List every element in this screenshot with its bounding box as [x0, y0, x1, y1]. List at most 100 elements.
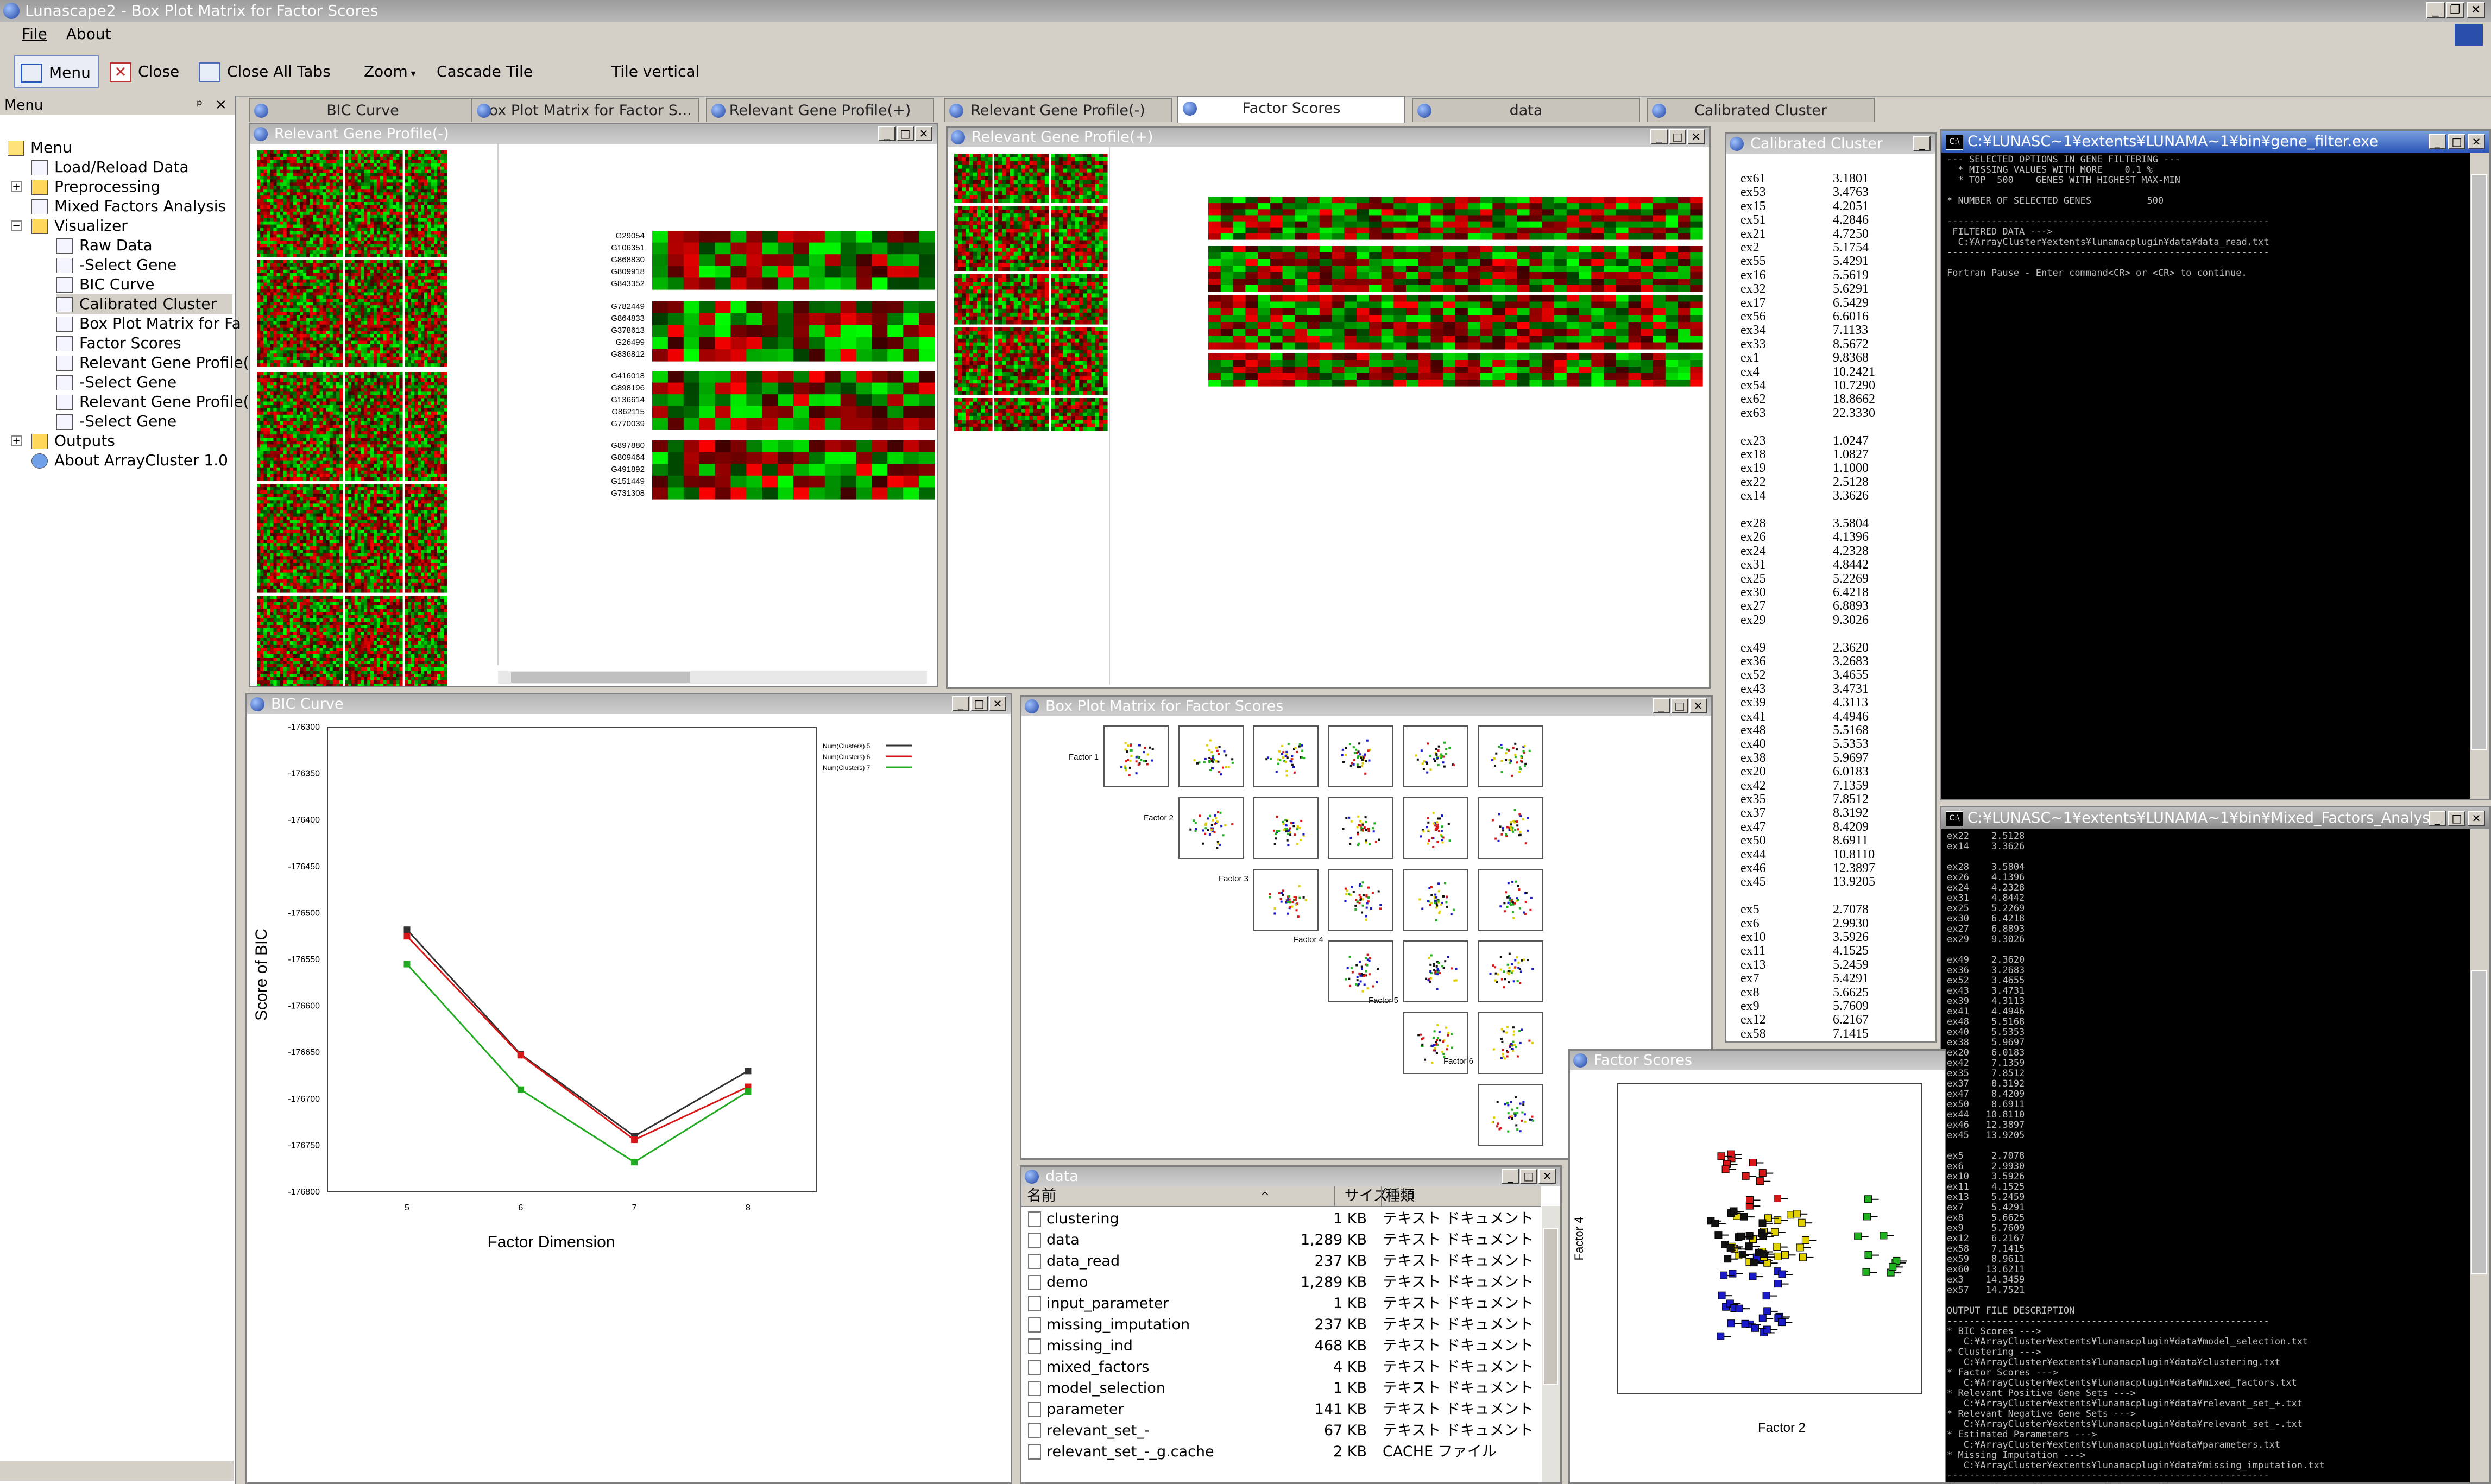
window-title-bar[interactable]: BIC Curve _ □ ✕: [247, 694, 1011, 714]
tree-root[interactable]: Menu: [8, 138, 72, 157]
file-row[interactable]: relevant_set_- 67 KB テキスト ドキュメント: [1021, 1420, 1541, 1441]
doc-icon: [56, 375, 73, 390]
minimize-button[interactable]: _: [878, 126, 896, 141]
gene-label: G770039: [611, 419, 645, 428]
restore-button[interactable]: ❐: [2446, 2, 2464, 18]
tree-item[interactable]: Relevant Gene Profile(: [56, 392, 249, 412]
minimize-button[interactable]: _: [1650, 129, 1668, 144]
file-row[interactable]: missing_ind 468 KB テキスト ドキュメント: [1021, 1335, 1541, 1356]
window-title-bar[interactable]: Relevant Gene Profile(+) _ □ ✕: [948, 128, 1709, 147]
tree-item[interactable]: Relevant Gene Profile(: [56, 353, 249, 372]
tab-factor-scores[interactable]: Factor Scores: [1177, 96, 1405, 123]
close-button[interactable]: ✕: [1687, 129, 1705, 144]
tree-item[interactable]: About ArrayCluster 1.0: [31, 451, 228, 470]
expand-icon[interactable]: +: [11, 181, 22, 192]
tile-vertical-button[interactable]: Tile vertical: [611, 55, 704, 88]
close-button[interactable]: ✕: [1689, 698, 1707, 713]
maximize-button[interactable]: □: [2448, 811, 2465, 826]
sample-point: [1724, 1255, 1732, 1263]
tab-relevant-gene-profile[interactable]: Relevant Gene Profile(+): [706, 98, 934, 122]
sample-point: [1718, 1291, 1726, 1299]
file-row[interactable]: clustering 1 KB テキスト ドキュメント: [1021, 1208, 1541, 1229]
minimize-button[interactable]: _: [1913, 136, 1931, 151]
zoom-dropdown[interactable]: Zoom ▾: [364, 55, 424, 88]
maximize-button[interactable]: □: [2448, 134, 2465, 149]
tab-relevant-gene-profile[interactable]: Relevant Gene Profile(-): [944, 98, 1172, 122]
tree-item[interactable]: Outputs: [31, 431, 115, 451]
tree-item[interactable]: BIC Curve: [56, 275, 155, 294]
maximize-button[interactable]: □: [970, 696, 988, 711]
tree-item[interactable]: Load/Reload Data: [31, 157, 189, 177]
window-title-bar[interactable]: data _ □ ✕: [1021, 1167, 1560, 1186]
collapse-icon[interactable]: −: [11, 220, 22, 231]
tree-item[interactable]: Factor Scores: [56, 333, 181, 353]
pin-icon[interactable]: ᵖ: [197, 96, 203, 115]
column-size[interactable]: サイズ: [1334, 1186, 1388, 1206]
tree-item[interactable]: -Select Gene: [56, 412, 176, 431]
close-window-button[interactable]: ✕: [2467, 2, 2485, 18]
file-row[interactable]: data 1,289 KB テキスト ドキュメント: [1021, 1229, 1541, 1251]
file-row[interactable]: input_parameter 1 KB テキスト ドキュメント: [1021, 1293, 1541, 1314]
file-row[interactable]: model_selection 1 KB テキスト ドキュメント: [1021, 1378, 1541, 1399]
file-row[interactable]: mixed_factors 4 KB テキスト ドキュメント: [1021, 1356, 1541, 1378]
maximize-button[interactable]: □: [1520, 1169, 1537, 1184]
tab-data[interactable]: data: [1412, 98, 1640, 122]
file-row[interactable]: parameter 141 KB テキスト ドキュメント: [1021, 1399, 1541, 1420]
file-row[interactable]: missing_imputation 237 KB テキスト ドキュメント: [1021, 1314, 1541, 1335]
window-title-bar[interactable]: Factor Scores: [1570, 1051, 1945, 1070]
console-title-bar[interactable]: C:\ C:¥LUNASC~1¥extents¥LUNAMA~1¥bin¥Mixe…: [1941, 807, 2489, 829]
pane-horizontal-scrollbar[interactable]: [0, 1461, 234, 1481]
tree-item[interactable]: -Select Gene: [56, 255, 176, 275]
tree-item[interactable]: Raw Data: [56, 236, 153, 255]
tree-item[interactable]: Visualizer: [31, 216, 128, 236]
column-type[interactable]: 種類: [1385, 1186, 1415, 1206]
tree-item[interactable]: Calibrated Cluster: [56, 294, 232, 314]
maximize-button[interactable]: □: [897, 126, 914, 141]
menu-toggle-button[interactable]: Menu: [14, 55, 99, 88]
window-title-bar[interactable]: Relevant Gene Profile(-) _ □ ✕: [250, 124, 937, 144]
minimize-button[interactable]: _: [2429, 811, 2446, 826]
minimize-button[interactable]: _: [952, 696, 969, 711]
close-all-tabs-button[interactable]: Close All Tabs: [199, 55, 338, 88]
window-title-bar[interactable]: Box Plot Matrix for Factor Scores _ □ ✕: [1021, 697, 1711, 716]
window-title-bar[interactable]: Calibrated Cluster _: [1726, 134, 1935, 154]
maximize-button[interactable]: □: [1669, 129, 1686, 144]
scatter-cell: [1403, 940, 1468, 1002]
minimize-button[interactable]: _: [1502, 1169, 1519, 1184]
tab-bic-curve[interactable]: BIC Curve: [249, 98, 477, 122]
console-title-bar[interactable]: C:\ C:¥LUNASC~1¥extents¥LUNAMA~1¥bin¥gene…: [1941, 131, 2489, 153]
gene-heatmap-block: [1208, 197, 1703, 240]
console-line: ex43 3.4731: [1947, 986, 2025, 996]
close-button[interactable]: ✕: [2468, 811, 2485, 826]
close-button[interactable]: ✕: [989, 696, 1006, 711]
tile-horizontal-button[interactable]: Tile horizontal: [506, 55, 604, 113]
close-tab-button[interactable]: ✕ Close: [110, 55, 191, 88]
tree-item[interactable]: Preprocessing: [31, 177, 160, 197]
menu-about[interactable]: About: [66, 25, 111, 43]
minimize-button[interactable]: _: [1653, 698, 1670, 713]
close-button[interactable]: ✕: [1538, 1169, 1556, 1184]
close-pane-icon[interactable]: ✕: [215, 96, 227, 115]
console-scrollbar[interactable]: [2470, 829, 2489, 1482]
cascade-button[interactable]: Cascade: [437, 55, 502, 88]
tab-calibrated-cluster[interactable]: Calibrated Cluster: [1647, 98, 1875, 122]
tab-box-plot-matrix-for-factor-s[interactable]: Box Plot Matrix for Factor S...: [471, 98, 699, 122]
sample-id: ex19: [1740, 461, 1766, 476]
close-button[interactable]: ✕: [915, 126, 932, 141]
tree-item[interactable]: Box Plot Matrix for Fa: [56, 314, 241, 333]
file-row[interactable]: data_read 237 KB テキスト ドキュメント: [1021, 1251, 1541, 1272]
close-button[interactable]: ✕: [2468, 134, 2485, 149]
maximize-button[interactable]: □: [1671, 698, 1688, 713]
tree-item[interactable]: Mixed Factors Analysis: [31, 197, 226, 216]
file-row[interactable]: relevant_set_-_g.cache 2 KB CACHE ファイル: [1021, 1441, 1541, 1462]
scatter-cell: [1403, 797, 1468, 859]
minimize-button[interactable]: _: [2426, 2, 2445, 18]
minimize-button[interactable]: _: [2429, 134, 2446, 149]
tree-item[interactable]: -Select Gene: [56, 372, 176, 392]
menu-file[interactable]: File: [22, 25, 47, 43]
expand-icon[interactable]: +: [11, 435, 22, 446]
file-row[interactable]: demo 1,289 KB テキスト ドキュメント: [1021, 1272, 1541, 1293]
file-list-scrollbar[interactable]: [1542, 1206, 1560, 1482]
console-scrollbar[interactable]: [2470, 153, 2489, 799]
column-name[interactable]: 名前: [1027, 1186, 1056, 1206]
